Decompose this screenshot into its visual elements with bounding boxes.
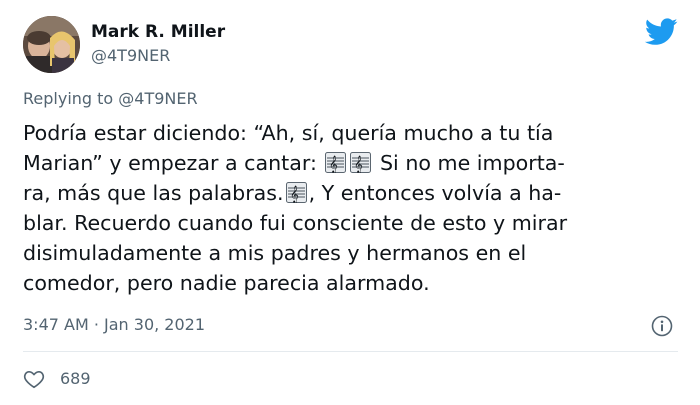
- info-icon[interactable]: [651, 315, 673, 337]
- tweet-card: Mark R. Miller @4T9NER Replying to @4T9N…: [0, 0, 700, 405]
- tweet-line: Marian” y empezar a cantar: 𝄞 𝄞 Si no me …: [23, 148, 678, 178]
- tweet-line: disimuladamente a mis padres y hermanos …: [23, 238, 678, 268]
- tweet-text-segment: Si no me importa-: [373, 151, 565, 175]
- replying-to: Replying to @4T9NER: [23, 89, 198, 108]
- tweet-line: ra, más que las palabras. 𝄞 , Y entonces v…: [23, 178, 678, 208]
- svg-text:𝄞: 𝄞: [329, 155, 338, 173]
- author-handle[interactable]: @4T9NER: [91, 46, 170, 65]
- tweet-timestamp[interactable]: 3:47 AM · Jan 30, 2021: [23, 315, 205, 334]
- tweet-line: blar. Recuerdo cuando fui consciente de …: [23, 208, 678, 238]
- avatar[interactable]: [23, 16, 80, 73]
- like-count: 689: [60, 369, 91, 388]
- tweet-text-segment: disimuladamente a mis padres y hermanos …: [23, 241, 527, 265]
- musical-score-icon: 𝄞: [350, 152, 372, 173]
- svg-text:𝄞: 𝄞: [290, 185, 299, 203]
- twitter-bird-icon[interactable]: [644, 18, 678, 46]
- musical-score-icon: 𝄞: [325, 152, 347, 173]
- tweet-text-segment: comedor, pero nadie parecia alarmado.: [23, 271, 430, 295]
- reply-handle-link[interactable]: @4T9NER: [118, 89, 197, 108]
- musical-score-icon: 𝄞: [285, 182, 307, 203]
- tweet-text: Podría estar diciendo: “Ah, sí, quería m…: [23, 118, 678, 298]
- tweet-text-segment: , Y entonces volvía a ha-: [308, 181, 562, 205]
- tweet-line: Podría estar diciendo: “Ah, sí, quería m…: [23, 118, 678, 148]
- tweet-text-segment: blar. Recuerdo cuando fui consciente de …: [23, 211, 568, 235]
- tweet-text-segment: Marian” y empezar a cantar:: [23, 151, 324, 175]
- author-name[interactable]: Mark R. Miller: [91, 22, 225, 42]
- divider: [23, 351, 678, 352]
- profile-photo: [23, 16, 80, 73]
- replying-prefix: Replying to: [23, 89, 119, 108]
- tweet-line: comedor, pero nadie parecia alarmado.: [23, 268, 678, 298]
- heart-icon[interactable]: [23, 368, 45, 390]
- svg-text:𝄞: 𝄞: [354, 155, 363, 173]
- tweet-text-segment: ra, más que las palabras.: [23, 181, 284, 205]
- tweet-text-segment: Podría estar diciendo: “Ah, sí, quería m…: [23, 121, 554, 145]
